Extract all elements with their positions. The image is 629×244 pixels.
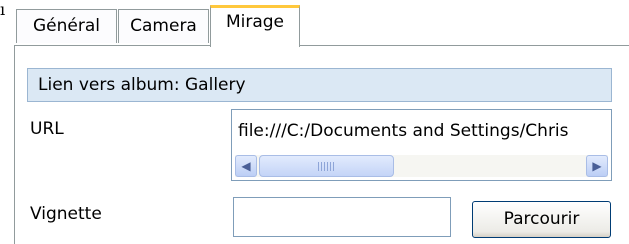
album-link-text: Lien vers album: Gallery [38, 75, 246, 95]
horizontal-scrollbar[interactable]: ◀ ▶ [235, 155, 608, 177]
tab-strip: Général Camera Mirage [12, 0, 629, 47]
vignette-input[interactable] [233, 197, 451, 237]
vignette-label: Vignette [30, 204, 102, 224]
scroll-left-icon[interactable]: ◀ [235, 155, 257, 177]
tab-camera[interactable]: Camera [118, 9, 209, 43]
url-field[interactable]: file:///C:/Documents and Settings/Chris … [231, 109, 612, 181]
tab-divider [14, 45, 629, 46]
scroll-thumb[interactable] [259, 155, 394, 177]
tab-mirage[interactable]: Mirage [210, 5, 300, 47]
scroll-grip-icon [318, 162, 334, 171]
browse-button[interactable]: Parcourir [472, 201, 611, 238]
album-link-bar: Lien vers album: Gallery [27, 68, 612, 102]
tab-general[interactable]: Général [16, 9, 117, 43]
left-edge-fragment: ı [0, 0, 6, 19]
scroll-right-icon[interactable]: ▶ [586, 155, 608, 177]
url-value: file:///C:/Documents and Settings/Chris [238, 121, 569, 141]
url-label: URL [30, 119, 64, 139]
